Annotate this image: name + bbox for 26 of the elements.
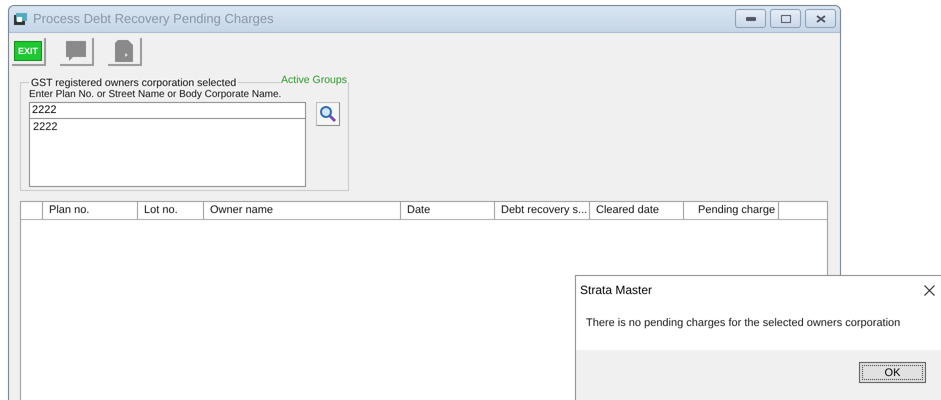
ok-button[interactable]: OK — [859, 362, 926, 383]
close-icon — [816, 14, 826, 23]
search-prompt: Enter Plan No. or Street Name or Body Corporate Name. — [29, 88, 282, 100]
maximize-button[interactable] — [770, 9, 801, 28]
result-item[interactable]: 2222 — [33, 120, 302, 133]
app-icon — [13, 12, 29, 26]
maximize-icon — [780, 14, 790, 23]
search-field[interactable]: 2222 — [29, 102, 306, 119]
column-header[interactable]: Owner name — [204, 202, 401, 219]
group-legend: GST registered owners corporation selected — [29, 76, 238, 89]
column-header[interactable]: Plan no. — [43, 202, 138, 219]
active-groups-label: Active Groups — [280, 74, 348, 86]
column-header[interactable]: Debt recovery s... — [495, 202, 590, 219]
window-title: Process Debt Recovery Pending Charges — [33, 11, 275, 26]
close-button[interactable] — [805, 9, 836, 28]
column-header[interactable]: Date — [401, 202, 495, 219]
minimize-icon — [746, 16, 756, 21]
close-icon[interactable] — [924, 284, 935, 296]
dialog-title: Strata Master — [580, 283, 652, 297]
dialog-message: There is no pending charges for the selected owners corporation — [585, 316, 902, 331]
search-icon — [319, 104, 337, 123]
minimize-button[interactable] — [735, 9, 766, 28]
column-header[interactable]: Lot no. — [138, 202, 204, 219]
search-button[interactable] — [316, 102, 340, 126]
column-header[interactable]: Cleared date — [590, 202, 684, 219]
column-header[interactable]: Pending charge — [684, 202, 779, 219]
